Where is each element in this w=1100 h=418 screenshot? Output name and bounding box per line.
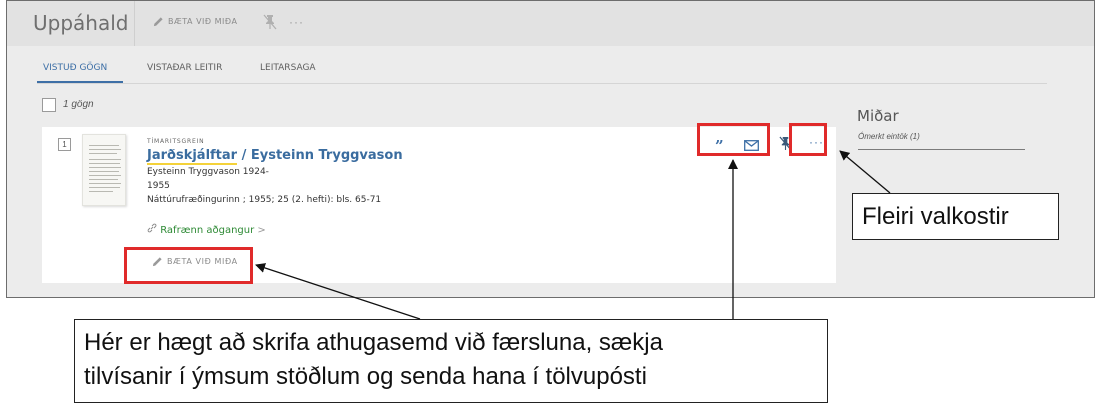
callout-more-options: Fleiri valkostir <box>852 193 1059 240</box>
page-title: Uppáhald <box>33 11 129 35</box>
select-all-checkbox[interactable] <box>42 98 56 112</box>
link-icon <box>147 223 157 233</box>
header-divider <box>134 1 135 46</box>
unpin-icon[interactable] <box>263 14 277 35</box>
tab-bar: VISTUÐ GÖGN VISTAÐAR LEITIR LEITARSAGA <box>7 46 1094 84</box>
tab-saved-searches[interactable]: VISTAÐAR LEITIR <box>147 63 222 73</box>
highlight-quote-email <box>697 123 770 156</box>
notes-untagged-item[interactable]: Ómerkt eintök (1) <box>858 132 920 141</box>
add-note-header-label: BÆTA VIÐ MIÐA <box>168 17 238 26</box>
online-access-link[interactable]: Rafrænn aðgangur > <box>147 223 266 236</box>
record-title-rest: / Eysteinn Tryggvason <box>237 148 403 163</box>
record-source: Náttúrufræðingurinn ; 1955; 25 (2. hefti… <box>147 195 382 205</box>
record-year: 1955 <box>147 181 170 191</box>
record-title-link[interactable]: Jarðskjálftar / Eysteinn Tryggvason <box>147 148 403 165</box>
callout-description-line2: tilvísanir í ýmsum stöðlum og senda hana… <box>84 363 647 390</box>
online-access-label: Rafrænn aðgangur <box>160 225 255 236</box>
chevron-right-icon: > <box>257 225 266 236</box>
record-title-highlight: Jarðskjálftar <box>147 148 238 165</box>
record-author: Eysteinn Tryggvason 1924- <box>147 167 269 177</box>
highlight-add-note <box>124 247 253 284</box>
tab-search-history[interactable]: LEITARSAGA <box>260 63 316 73</box>
record-number-checkbox[interactable]: 1 <box>58 138 71 151</box>
screenshot-root: Uppáhald BÆTA VIÐ MIÐA ··· VISTUÐ GÖGN V… <box>0 0 1100 418</box>
more-horizontal-icon[interactable]: ··· <box>289 15 304 29</box>
record-thumbnail[interactable] <box>82 134 126 206</box>
callout-description: Hér er hægt að skrifa athugasemd við fær… <box>74 319 828 403</box>
results-count: 1 gögn <box>63 99 94 110</box>
tab-saved-items[interactable]: VISTUÐ GÖGN <box>43 63 107 73</box>
callout-description-line1: Hér er hægt að skrifa athugasemd við fær… <box>84 329 663 356</box>
notes-divider <box>858 149 1025 150</box>
add-note-header-button[interactable]: BÆTA VIÐ MIÐA <box>153 16 237 27</box>
record-type: TÍMARITSGREIN <box>147 138 205 145</box>
tab-bar-divider <box>37 83 1047 84</box>
page-header: Uppáhald BÆTA VIÐ MIÐA ··· <box>7 1 1094 46</box>
pencil-icon <box>153 17 163 27</box>
notes-heading: Miðar <box>857 107 899 125</box>
highlight-more-options <box>789 123 827 156</box>
